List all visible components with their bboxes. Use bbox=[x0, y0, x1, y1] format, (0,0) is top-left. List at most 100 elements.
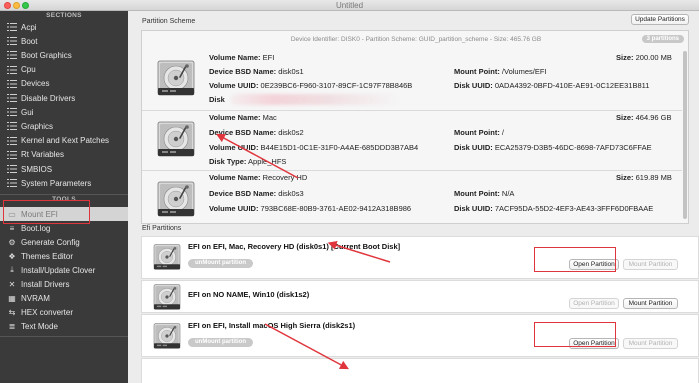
annotation-box-open-partition bbox=[534, 247, 616, 272]
sidebar-item-boot-graphics[interactable]: Boot Graphics bbox=[0, 48, 128, 62]
sidebar-item-label: Gui bbox=[21, 107, 34, 117]
device-bsd-field: Device BSD Name: disk0s3 bbox=[209, 189, 304, 198]
tool-item-themes-editor[interactable]: ❖ Themes Editor bbox=[0, 249, 128, 263]
disk-uuid-field: Disk UUID: 0ADA4392-0BFD-410E-AE91-0C12E… bbox=[454, 81, 650, 90]
mount-partition-button[interactable]: Mount Partition bbox=[623, 338, 678, 349]
sidebar-divider bbox=[0, 194, 128, 195]
sidebar-item-label: System Parameters bbox=[21, 178, 92, 188]
size-field: Size: 464.96 GB bbox=[616, 113, 672, 122]
sidebar-item-boot[interactable]: Boot bbox=[0, 34, 128, 48]
volume-name-field: Volume Name: Recovery HD bbox=[209, 173, 308, 182]
unmount-partition-button[interactable]: unMount partition bbox=[188, 338, 253, 347]
efi-partition-title: EFI on EFI, Mac, Recovery HD (disk0s1) [… bbox=[188, 242, 401, 251]
list-icon bbox=[7, 37, 17, 46]
sidebar-item-cpu[interactable]: Cpu bbox=[0, 63, 128, 77]
tool-item-label: Install/Update Clover bbox=[21, 265, 96, 275]
unmount-partition-button[interactable]: unMount partition bbox=[188, 259, 253, 268]
sidebar-item-acpi[interactable]: Acpi bbox=[0, 20, 128, 34]
list-icon bbox=[7, 51, 17, 60]
annotation-box-mount-efi bbox=[3, 200, 90, 224]
hard-disk-icon bbox=[152, 323, 182, 349]
tool-item-label: Boot.log bbox=[21, 223, 51, 233]
title-bar: Untitled bbox=[0, 0, 699, 11]
hard-disk-icon bbox=[152, 284, 182, 310]
tool-item-generate-config[interactable]: ⚙ Generate Config bbox=[0, 235, 128, 249]
hard-disk-icon bbox=[156, 181, 196, 217]
tool-item-label: Generate Config bbox=[21, 237, 80, 247]
mount-point-field: Mount Point: / bbox=[454, 128, 505, 137]
open-partition-button[interactable]: Open Partition bbox=[569, 298, 619, 309]
efi-partition-title: EFI on EFI, Install macOS High Sierra (d… bbox=[188, 321, 356, 330]
tool-item-text-mode[interactable]: ≣ Text Mode bbox=[0, 320, 128, 334]
tool-item-install-drivers[interactable]: ✕ Install Drivers bbox=[0, 278, 128, 292]
size-field: Size: 200.00 MB bbox=[616, 53, 672, 62]
list-icon bbox=[7, 108, 17, 117]
annotation-box-open-partition bbox=[534, 322, 616, 347]
sidebar-item-system-parameters[interactable]: System Parameters bbox=[0, 176, 128, 190]
partition-scheme-box: Device Identifier: DISK0 - Partition Sch… bbox=[141, 30, 689, 224]
hard-disk-icon bbox=[156, 121, 196, 157]
mount-point-field: Mount Point: /Volumes/EFI bbox=[454, 67, 547, 76]
list-icon bbox=[7, 179, 17, 188]
sidebar-item-graphics[interactable]: Graphics bbox=[0, 119, 128, 133]
sidebar-item-devices[interactable]: Devices bbox=[0, 77, 128, 91]
list-icon bbox=[7, 150, 17, 159]
mount-partition-button[interactable]: Mount Partition bbox=[623, 259, 678, 270]
efi-partition-title: EFI on NO NAME, Win10 (disk1s2) bbox=[188, 290, 310, 299]
tool-item-label: Text Mode bbox=[21, 322, 58, 332]
hex-convert-icon: ⇆ bbox=[8, 308, 16, 318]
disk-uuid-field: Disk UUID: 7ACF95DA-55D2-4EF3-AE43-3FFF6… bbox=[454, 204, 654, 213]
sidebar-item-label: Cpu bbox=[21, 65, 36, 75]
sidebar-item-label: Boot Graphics bbox=[21, 50, 72, 60]
disk-uuid-field: Disk UUID: ECA25379-D3B5-46DC-8698-7AFD7… bbox=[454, 143, 652, 152]
sidebar-item-gui[interactable]: Gui bbox=[0, 105, 128, 119]
sidebar-item-label: Boot bbox=[21, 36, 38, 46]
tool-item-label: HEX converter bbox=[21, 308, 74, 318]
efi-partitions-label: Efi Partitions bbox=[142, 225, 182, 232]
sidebar-item-kernel-and-kext-patches[interactable]: Kernel and Kext Patches bbox=[0, 134, 128, 148]
volume-uuid-field: Volume UUID: B44E15D1-0C1E-31F0-A4AE-685… bbox=[209, 143, 419, 152]
scheme-scrollbar[interactable] bbox=[682, 47, 688, 223]
nvram-icon: ▦ bbox=[8, 294, 16, 304]
mount-partition-button[interactable]: Mount Partition bbox=[623, 298, 678, 309]
partition-row[interactable]: Volume Name: EFI Size: 200.00 MB Device … bbox=[142, 52, 682, 110]
size-field: Size: 619.89 MB bbox=[616, 173, 672, 182]
sidebar-item-smbios[interactable]: SMBIOS bbox=[0, 162, 128, 176]
device-bsd-field: Device BSD Name: disk0s2 bbox=[209, 128, 304, 137]
volume-name-field: Volume Name: Mac bbox=[209, 113, 277, 122]
tool-item-label: Install Drivers bbox=[21, 280, 70, 289]
tool-item-label: NVRAM bbox=[21, 294, 50, 304]
tool-item-hex-converter[interactable]: ⇆ HEX converter bbox=[0, 306, 128, 320]
list-icon bbox=[7, 122, 17, 131]
sidebar-item-label: Acpi bbox=[21, 22, 37, 32]
mount-point-field: Mount Point: N/A bbox=[454, 189, 515, 198]
volume-uuid-field: Volume UUID: 0E239BC6-F960-3107-89CF-1C9… bbox=[209, 81, 413, 90]
partition-row[interactable]: Volume Name: Recovery HD Size: 619.89 MB… bbox=[142, 171, 682, 223]
sidebar-item-rt-variables[interactable]: Rt Variables bbox=[0, 148, 128, 162]
window-title: Untitled bbox=[335, 1, 364, 10]
scroll-thumb[interactable] bbox=[683, 51, 687, 219]
sidebar: SECTIONS Acpi Boot Boot Graphics Cpu Devices… bbox=[0, 11, 128, 383]
download-icon: ⤓ bbox=[10, 265, 14, 275]
sidebar-item-label: SMBIOS bbox=[21, 164, 53, 174]
list-icon bbox=[7, 79, 17, 88]
efi-partition-row[interactable]: EFI on NO NAME, Win10 (disk1s2) Open Par… bbox=[141, 280, 699, 313]
palette-icon: ❖ bbox=[8, 251, 16, 261]
partition-scheme-label: Partition Scheme bbox=[142, 18, 196, 25]
text-mode-icon: ≣ bbox=[8, 322, 16, 332]
list-icon bbox=[7, 165, 17, 173]
efi-empty-row bbox=[141, 358, 699, 383]
boot-log-icon: ≡ bbox=[9, 223, 15, 233]
tool-item-nvram[interactable]: ▦ NVRAM bbox=[0, 292, 128, 306]
update-partitions-button[interactable]: Update Partitions bbox=[631, 14, 689, 25]
list-icon bbox=[7, 65, 17, 74]
device-bsd-field: Device BSD Name: disk0s1 bbox=[209, 67, 304, 76]
list-icon bbox=[7, 94, 17, 102]
sidebar-item-disable-drivers[interactable]: Disable Drivers bbox=[0, 91, 128, 105]
tool-item-install-update-clover[interactable]: ⤓ Install/Update Clover bbox=[0, 263, 128, 277]
gear-icon: ⚙ bbox=[8, 237, 16, 247]
tools-icon: ✕ bbox=[8, 280, 16, 289]
redaction-blur bbox=[230, 94, 400, 105]
sidebar-item-label: Kernel and Kext Patches bbox=[21, 136, 110, 146]
partition-row[interactable]: Volume Name: Mac Size: 464.96 GB Device … bbox=[142, 111, 682, 169]
